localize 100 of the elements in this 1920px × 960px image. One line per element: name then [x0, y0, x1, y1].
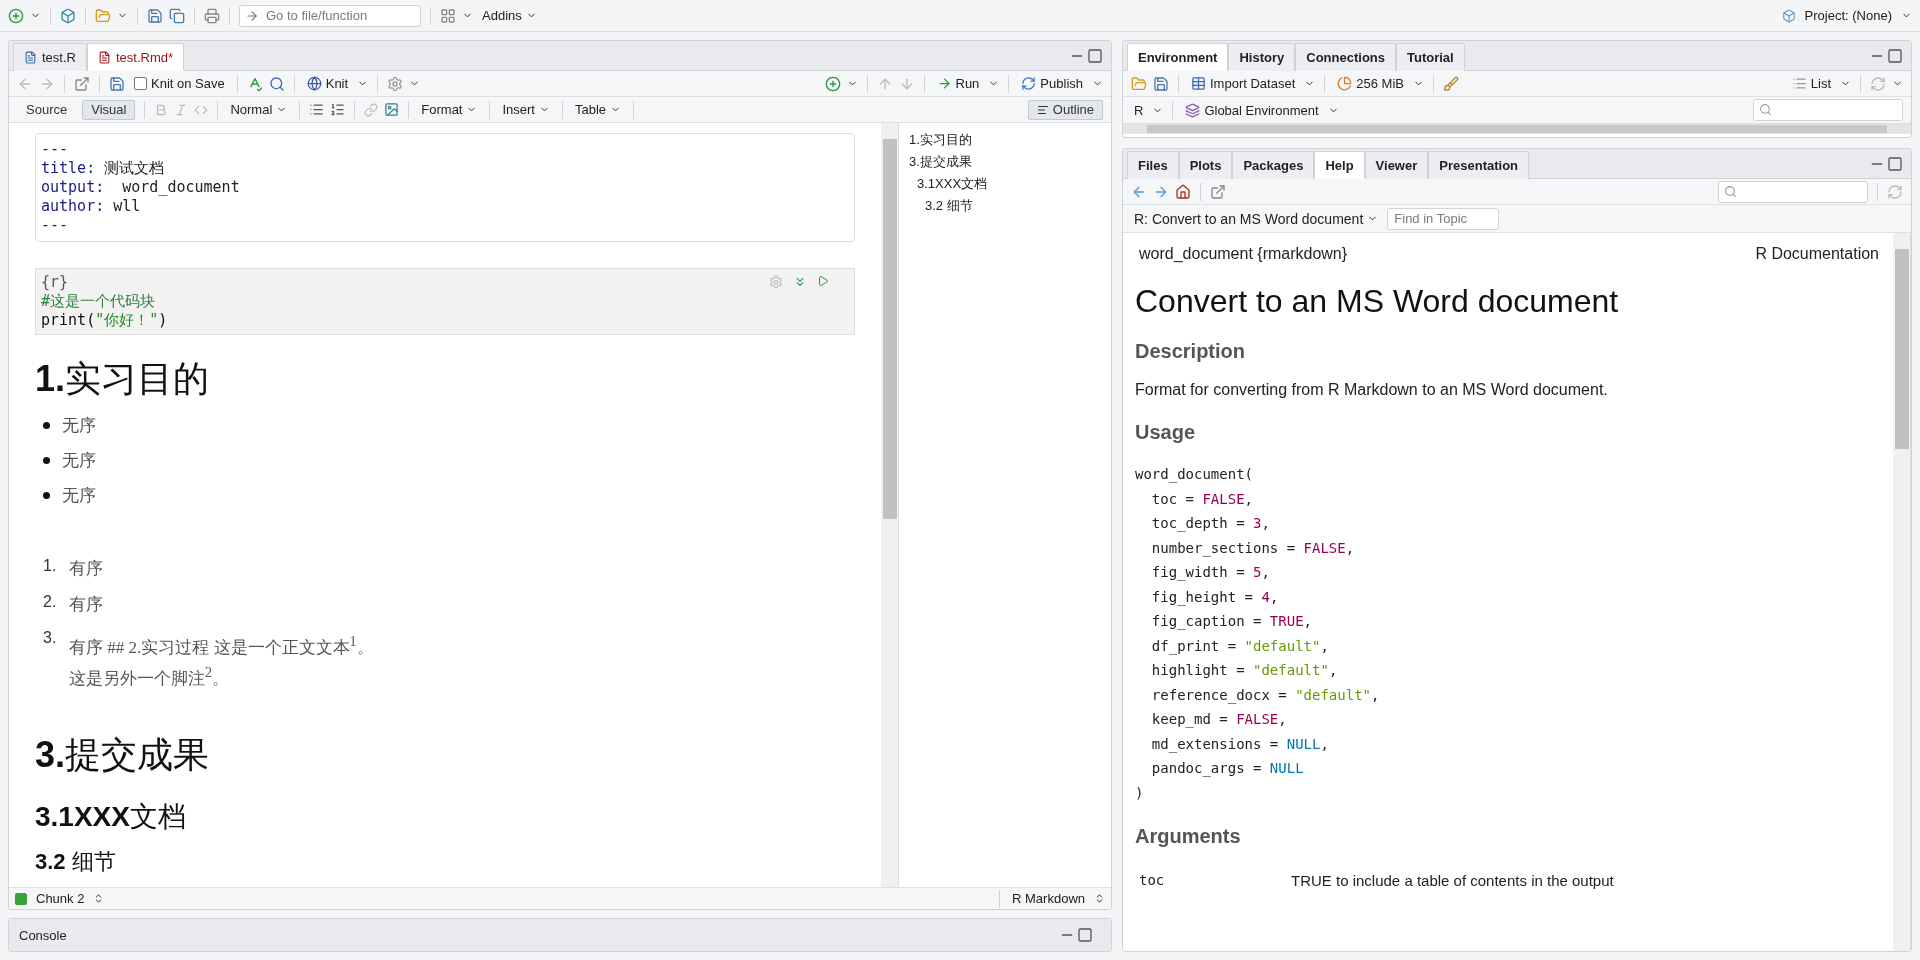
tab[interactable]: Plots	[1178, 151, 1233, 179]
tab[interactable]: Packages	[1232, 151, 1315, 179]
link-icon[interactable]	[364, 102, 379, 117]
outline-item[interactable]: 3.提交成果	[909, 151, 1101, 173]
mode-tab[interactable]: Source	[17, 99, 77, 120]
checkbox[interactable]	[134, 77, 147, 90]
popout-icon[interactable]	[74, 75, 90, 92]
addins-menu[interactable]: Addins	[479, 4, 540, 27]
bold-icon[interactable]	[154, 102, 169, 117]
tab[interactable]: Presentation	[1428, 151, 1530, 179]
memory-button[interactable]: 256 MiB	[1334, 72, 1407, 95]
outline-button[interactable]: Outline	[1027, 99, 1103, 120]
knit-button[interactable]: Knit	[303, 72, 352, 95]
save-all-icon[interactable]	[169, 7, 185, 24]
scrollbar[interactable]	[1123, 123, 1911, 134]
open-folder-icon[interactable]	[1131, 75, 1147, 92]
environment-menu[interactable]: Global Environment	[1182, 99, 1322, 121]
outline-item[interactable]: 3.1XXX文档	[909, 173, 1101, 195]
insert-chunk-icon[interactable]	[824, 75, 841, 92]
find-in-topic-field[interactable]: Find in Topic	[1387, 207, 1500, 230]
bullet-list-icon[interactable]	[309, 102, 325, 117]
outline-item[interactable]: 3.2 细节	[909, 195, 1101, 217]
scrollbar[interactable]	[1893, 233, 1911, 951]
maximize-icon[interactable]	[1887, 47, 1903, 64]
heading: 1.实习目的	[35, 357, 211, 401]
run-chunk-icon[interactable]	[817, 275, 829, 287]
numbered-list-icon[interactable]	[330, 102, 346, 117]
bullet-icon	[43, 492, 50, 500]
topic-menu[interactable]: R: Convert to an MS Word document	[1131, 207, 1382, 230]
broom-icon[interactable]	[1442, 75, 1459, 92]
search-icon[interactable]	[268, 75, 285, 92]
bullet-icon	[43, 422, 50, 430]
home-icon[interactable]	[1175, 183, 1191, 200]
tab[interactable]: History	[1228, 43, 1296, 71]
publish-button[interactable]: Publish	[1018, 72, 1086, 95]
knit-on-save-checkbox[interactable]: Knit on Save	[131, 72, 228, 95]
list-icon	[1791, 76, 1807, 91]
language-menu[interactable]: R	[1131, 99, 1147, 121]
project-menu[interactable]: Project: (None)	[1801, 4, 1895, 27]
maximize-icon[interactable]	[1087, 47, 1103, 64]
project-icon[interactable]	[60, 7, 76, 24]
tab[interactable]: Tutorial	[1396, 43, 1465, 71]
run-button[interactable]: Run	[933, 72, 983, 95]
doc-source-label: R Documentation	[1755, 245, 1879, 263]
tab[interactable]: test.R	[13, 43, 87, 71]
run-above-icon[interactable]	[793, 275, 807, 289]
popout-icon[interactable]	[1210, 183, 1226, 200]
tab[interactable]: test.Rmd*	[86, 43, 185, 71]
open-folder-icon[interactable]	[95, 7, 111, 24]
tab[interactable]: Files	[1127, 151, 1179, 179]
go-to-file-field[interactable]: Go to file/function	[239, 4, 421, 27]
view-menu[interactable]: List	[1788, 72, 1834, 95]
format-menu[interactable]: Format	[418, 98, 481, 121]
code-line: fig_height = 4,	[1150, 587, 1280, 608]
new-file-icon[interactable]	[8, 7, 24, 24]
code-line: {r}	[41, 273, 70, 292]
style-menu[interactable]: Normal	[227, 98, 291, 121]
save-icon[interactable]	[1153, 75, 1169, 92]
format-menu[interactable]: Insert	[499, 98, 553, 121]
yaml-line: ---	[41, 140, 70, 159]
grid-icon[interactable]	[440, 7, 456, 24]
save-icon[interactable]	[147, 7, 163, 24]
tab[interactable]: Connections	[1295, 43, 1396, 71]
chunk-icon	[15, 892, 27, 905]
mode-tab[interactable]: Visual	[82, 99, 136, 120]
settings-icon[interactable]	[387, 75, 404, 92]
tab[interactable]: Environment	[1127, 43, 1229, 71]
import-dataset-button[interactable]: Import Dataset	[1188, 72, 1299, 95]
refresh-icon[interactable]	[1870, 75, 1886, 92]
print-icon[interactable]	[204, 7, 220, 24]
refresh-icon[interactable]	[1887, 183, 1903, 200]
list-item-text: 有序	[69, 594, 103, 617]
code-line: keep_md = FALSE,	[1150, 710, 1288, 730]
code-line: reference_docx = "default",	[1150, 685, 1381, 706]
image-icon[interactable]	[384, 102, 400, 117]
italic-icon[interactable]	[174, 102, 189, 117]
scrollbar[interactable]	[881, 123, 899, 887]
help-title: Convert to an MS Word document	[1135, 283, 1620, 320]
description-text: Format for converting from R Markdown to an MS Word document.	[1135, 381, 1609, 399]
code-line: toc_depth = 3,	[1150, 514, 1271, 534]
bullet-icon	[43, 457, 50, 465]
tab[interactable]: Viewer	[1364, 151, 1429, 179]
project-icon	[1781, 8, 1796, 23]
code-line: fig_width = 5,	[1150, 563, 1271, 583]
tab[interactable]: Help	[1314, 151, 1365, 179]
argument-description: TRUE to include a table of contents in the output	[1291, 872, 1614, 889]
settings-icon[interactable]	[769, 275, 783, 289]
file-type-menu[interactable]: R Markdown	[1009, 887, 1088, 909]
pane-title[interactable]: Console	[19, 927, 67, 943]
search-field[interactable]	[1753, 99, 1903, 121]
section-heading: Arguments	[1135, 825, 1242, 848]
save-icon[interactable]	[109, 75, 125, 92]
outline-item[interactable]: 1.实习目的	[909, 129, 1101, 151]
maximize-icon[interactable]	[1887, 155, 1903, 172]
search-field[interactable]	[1718, 180, 1868, 203]
maximize-icon[interactable]	[1077, 927, 1093, 943]
list-item-text: 无序	[62, 485, 96, 508]
chunk-menu[interactable]: Chunk 2	[33, 887, 88, 909]
format-menu[interactable]: Table	[572, 98, 625, 121]
updown-icon	[1094, 893, 1105, 904]
